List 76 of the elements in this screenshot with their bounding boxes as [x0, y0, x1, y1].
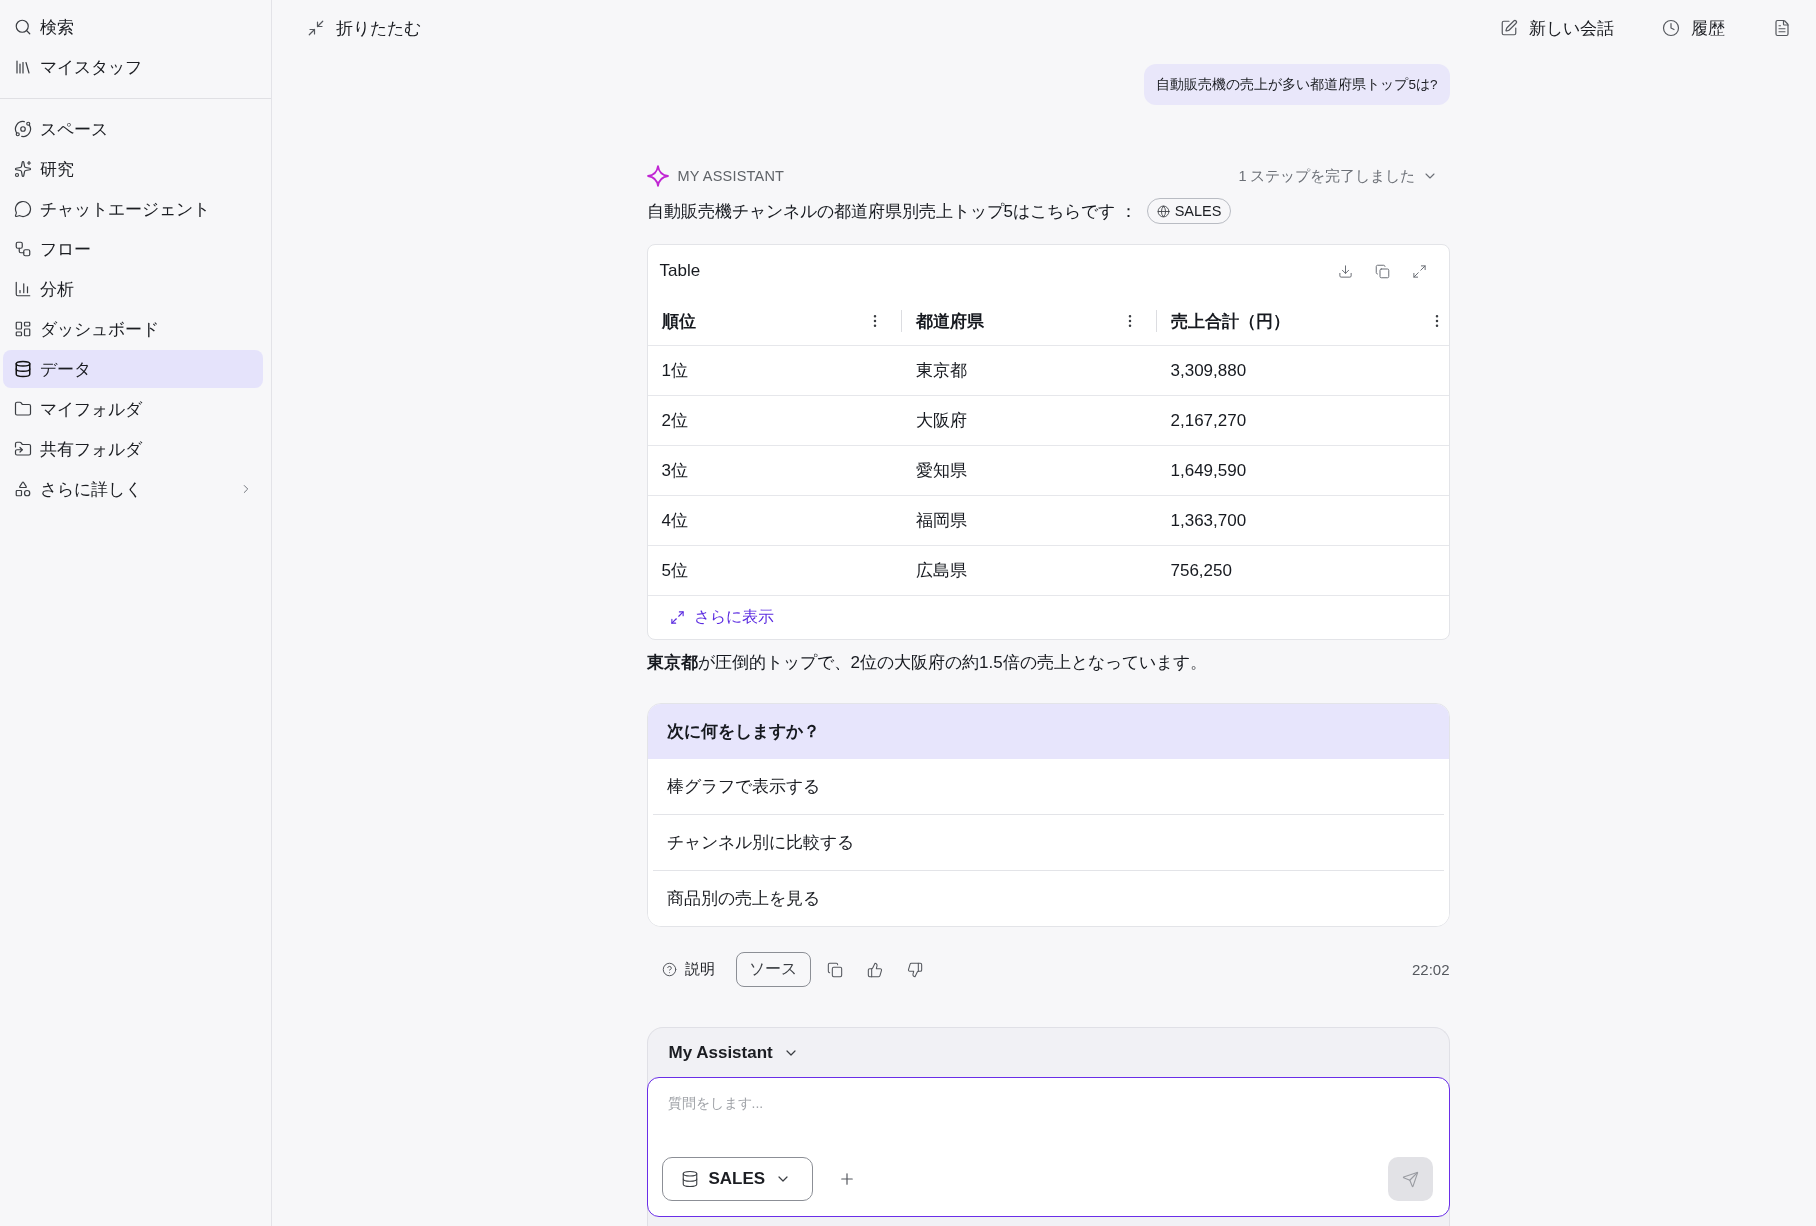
- table-cell: 3,309,880: [1156, 346, 1449, 396]
- sidebar-item[interactable]: ダッシュボード: [3, 310, 263, 348]
- table-cell: 広島県: [901, 546, 1157, 596]
- edit-icon: [1500, 19, 1518, 37]
- sparkle-icon: [646, 165, 669, 187]
- table-cell: 2,167,270: [1156, 396, 1449, 446]
- folder-arrow-icon: [14, 440, 32, 458]
- column-header: 売上合計（円）: [1170, 310, 1290, 333]
- steps-toggle[interactable]: 1 ステップを完了しました: [1238, 166, 1438, 186]
- bar-chart-icon: [14, 280, 32, 298]
- table-title: Table: [659, 261, 701, 281]
- source-button[interactable]: ソース: [735, 952, 811, 987]
- table-cell: 3位: [647, 446, 902, 496]
- sidebar-item[interactable]: 検索: [3, 8, 263, 46]
- show-more-link[interactable]: さらに表示: [669, 607, 774, 628]
- sidebar-item[interactable]: フロー: [3, 230, 263, 268]
- explain-button[interactable]: 説明: [661, 960, 715, 979]
- shapes-icon: [14, 480, 32, 498]
- library-icon: [14, 58, 32, 76]
- document-icon[interactable]: [1773, 19, 1791, 37]
- composer-box[interactable]: 質問をします... SALES: [646, 1077, 1450, 1217]
- diagonal-arrows-icon: [669, 610, 685, 625]
- sidebar-item[interactable]: スペース: [3, 110, 263, 148]
- assistant-name: MY ASSISTANT: [677, 168, 785, 184]
- sidebar-item[interactable]: マイフォルダ: [3, 390, 263, 428]
- folder-icon: [14, 400, 32, 418]
- column-header: 順位: [661, 310, 696, 333]
- table-cell: 愛知県: [901, 446, 1157, 496]
- sparkles-icon: [14, 160, 32, 178]
- sidebar-item[interactable]: データ: [3, 350, 263, 388]
- sidebar-item[interactable]: 分析: [3, 270, 263, 308]
- globe-icon: [1156, 204, 1170, 218]
- message-input[interactable]: 質問をします...: [661, 1090, 1433, 1157]
- database-icon: [14, 360, 32, 378]
- table-cell: 1位: [647, 346, 902, 396]
- dashboard-icon: [14, 320, 32, 338]
- copy-icon[interactable]: [1374, 263, 1390, 279]
- copy-icon[interactable]: [826, 961, 843, 978]
- expand-icon[interactable]: [1411, 263, 1427, 279]
- table-cell: 福岡県: [901, 496, 1157, 546]
- table-cell: 東京都: [901, 346, 1157, 396]
- search-icon: [14, 18, 32, 36]
- collapse-icon: [307, 19, 325, 37]
- database-icon: [680, 1170, 699, 1188]
- sidebar-item[interactable]: 研究: [3, 150, 263, 188]
- sidebar-item[interactable]: マイスタッフ: [3, 48, 263, 86]
- table-cell: 大阪府: [901, 396, 1157, 446]
- help-icon: [661, 962, 677, 977]
- table-cell: 1,649,590: [1156, 446, 1449, 496]
- workflow-icon: [14, 240, 32, 258]
- sidebar-item[interactable]: チャットエージェント: [3, 190, 263, 228]
- thumbs-up-icon[interactable]: [866, 961, 883, 978]
- thumbs-down-icon[interactable]: [906, 961, 923, 978]
- table-cell: 1,363,700: [1156, 496, 1449, 546]
- user-message: 自動販売機の売上が多い都道府県トップ5は?: [1144, 64, 1450, 105]
- table-cell: 2位: [647, 396, 902, 446]
- source-selector[interactable]: SALES: [661, 1157, 813, 1201]
- table-cell: 5位: [647, 546, 902, 596]
- agent-selector[interactable]: My Assistant: [668, 1042, 799, 1063]
- column-header: 都道府県: [915, 310, 984, 333]
- suggestions-title: 次に何をしますか？: [647, 704, 1449, 759]
- new-chat-button[interactable]: 新しい会話: [1500, 16, 1614, 40]
- summary-text: 東京都が圧倒的トップで、2位の大阪府の約1.5倍の売上となっています。: [646, 653, 1207, 672]
- orbit-icon: [14, 120, 32, 138]
- collapse-button[interactable]: 折りたたむ: [307, 16, 421, 40]
- history-button[interactable]: 履歴: [1662, 16, 1725, 40]
- send-icon: [1401, 1170, 1419, 1188]
- chat-bubble-icon: [14, 200, 32, 218]
- sidebar-item[interactable]: 共有フォルダ: [3, 430, 263, 468]
- table-cell: 756,250: [1156, 546, 1449, 596]
- table-cell: 4位: [647, 496, 902, 546]
- download-icon[interactable]: [1337, 263, 1353, 279]
- sidebar-item[interactable]: さらに詳しく: [3, 470, 263, 508]
- response-text: 自動販売機チャンネルの都道府県別売上トップ5はこちらです ：: [646, 200, 1137, 223]
- clock-icon: [1662, 19, 1680, 37]
- timestamp: 22:02: [1411, 961, 1450, 978]
